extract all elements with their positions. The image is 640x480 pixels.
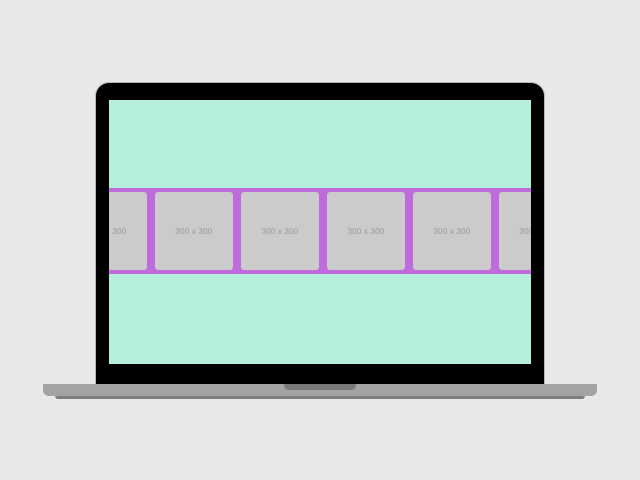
placeholder-label: 300 x 300: [347, 226, 385, 236]
carousel-image-placeholder[interactable]: 300 x 300: [155, 192, 233, 270]
placeholder-label: 300 x 300: [175, 226, 213, 236]
placeholder-label: 300 x 300: [519, 226, 531, 236]
carousel-track[interactable]: 300 x 300 300 x 300 300 x 300 300 x 300 …: [109, 192, 531, 270]
carousel-image-placeholder[interactable]: 300 x 300: [109, 192, 147, 270]
placeholder-label: 300 x 300: [433, 226, 471, 236]
laptop-base-edge: [55, 396, 585, 399]
placeholder-label: 300 x 300: [261, 226, 299, 236]
carousel-image-placeholder[interactable]: 300 x 300: [327, 192, 405, 270]
carousel-image-placeholder[interactable]: 300 x 300: [499, 192, 531, 270]
carousel-image-placeholder[interactable]: 300 x 300: [413, 192, 491, 270]
carousel-image-placeholder[interactable]: 300 x 300: [241, 192, 319, 270]
image-carousel[interactable]: 300 x 300 300 x 300 300 x 300 300 x 300 …: [109, 188, 531, 274]
laptop-screen: 300 x 300 300 x 300 300 x 300 300 x 300 …: [109, 100, 531, 364]
placeholder-label: 300 x 300: [109, 226, 127, 236]
laptop-notch: [284, 384, 356, 390]
page: 300 x 300 300 x 300 300 x 300 300 x 300 …: [0, 0, 640, 480]
